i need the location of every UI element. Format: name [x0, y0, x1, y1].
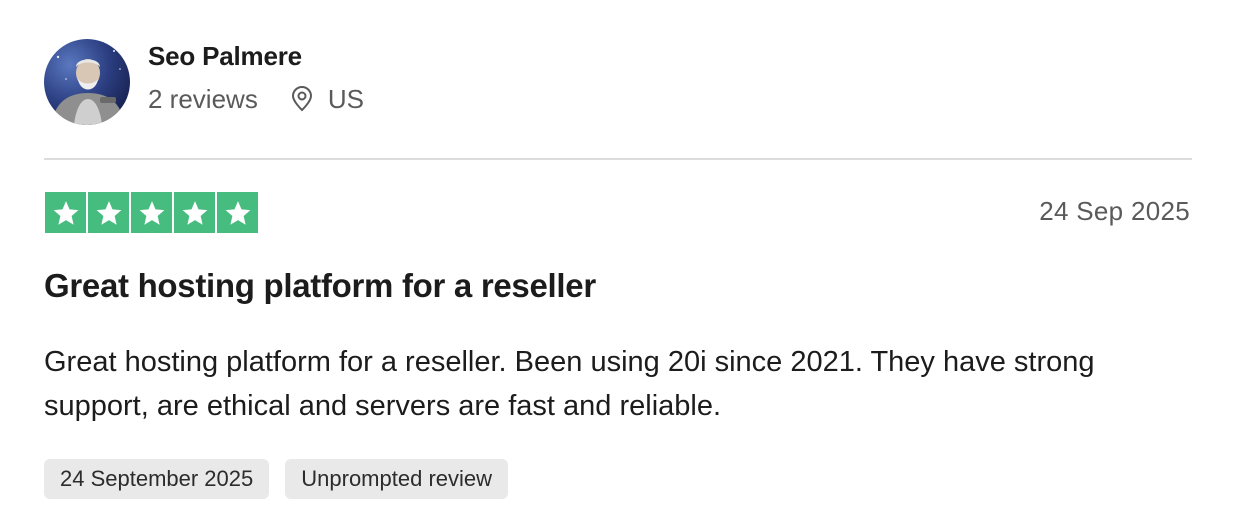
review-tags: 24 September 2025 Unprompted review [44, 459, 524, 499]
reviewer-meta: 2 reviews US [148, 82, 364, 116]
map-pin-icon [288, 85, 316, 113]
star-icon [217, 192, 258, 233]
star-icon [88, 192, 129, 233]
experience-date-tag: 24 September 2025 [44, 459, 270, 499]
review-title[interactable]: Great hosting platform for a reseller [44, 266, 596, 306]
star-rating [45, 192, 258, 233]
review-date: 24 Sep 2025 [1039, 196, 1190, 226]
review-body: Great hosting platform for a reseller. B… [44, 346, 1095, 422]
review-count: 2 reviews [148, 84, 258, 114]
reviewer-location: US [288, 82, 364, 116]
review-card: Seo Palmere 2 reviews US 24 Sep 2025 Gre… [0, 0, 1234, 522]
star-icon [174, 192, 215, 233]
star-icon [45, 192, 86, 233]
star-icon [131, 192, 172, 233]
unprompted-review-tag[interactable]: Unprompted review [285, 459, 509, 499]
reviewer-header: Seo Palmere 2 reviews US [44, 38, 364, 126]
reviewer-name[interactable]: Seo Palmere [148, 38, 364, 74]
reviewer-info: Seo Palmere 2 reviews US [148, 38, 364, 116]
location-text: US [327, 84, 364, 114]
reviewer-avatar[interactable] [44, 39, 130, 125]
divider [44, 158, 1192, 160]
